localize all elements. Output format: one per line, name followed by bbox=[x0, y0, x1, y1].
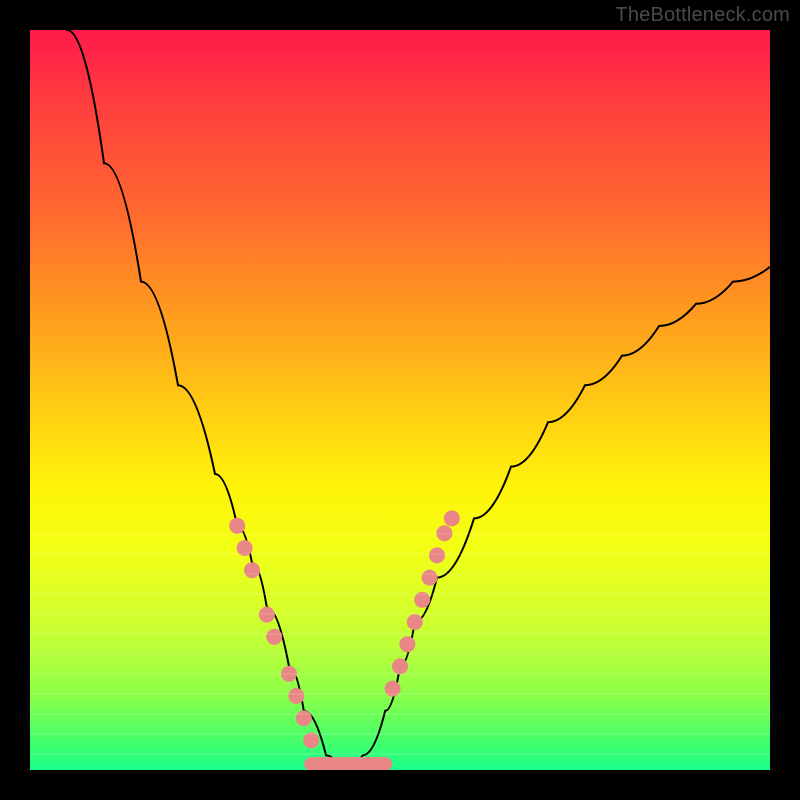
data-point bbox=[414, 592, 430, 608]
data-point bbox=[259, 607, 275, 623]
chart-frame: TheBottleneck.com bbox=[0, 0, 800, 800]
data-point bbox=[288, 688, 304, 704]
data-point bbox=[407, 614, 423, 630]
data-point bbox=[281, 666, 297, 682]
data-point bbox=[244, 562, 260, 578]
data-point bbox=[303, 732, 319, 748]
data-point bbox=[422, 570, 438, 586]
curve-dots bbox=[229, 510, 460, 748]
data-point bbox=[444, 510, 460, 526]
data-point bbox=[296, 710, 312, 726]
data-point bbox=[385, 681, 401, 697]
data-point bbox=[429, 547, 445, 563]
data-point bbox=[237, 540, 253, 556]
plot-area bbox=[30, 30, 770, 770]
watermark-text: TheBottleneck.com bbox=[615, 4, 790, 27]
data-point bbox=[392, 658, 408, 674]
data-point bbox=[266, 629, 282, 645]
data-point bbox=[229, 518, 245, 534]
bottleneck-curve bbox=[30, 30, 770, 770]
data-point bbox=[399, 636, 415, 652]
data-point bbox=[436, 525, 452, 541]
curve-svg bbox=[30, 30, 770, 770]
